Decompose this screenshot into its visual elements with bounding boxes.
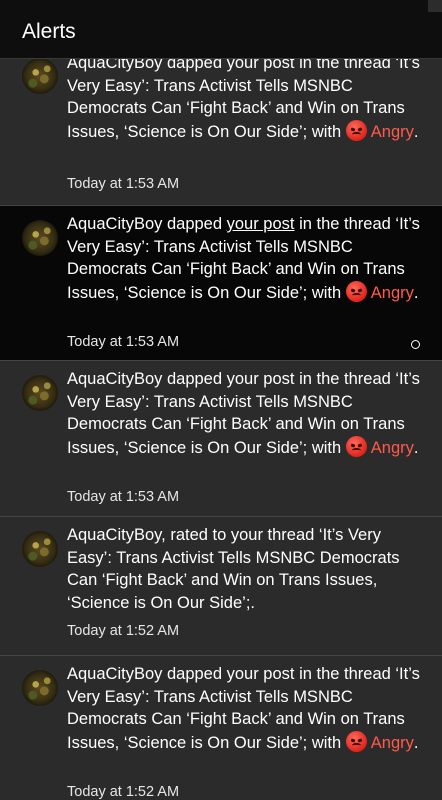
- header-corner: [428, 0, 442, 12]
- reaction-label: Angry: [370, 733, 414, 752]
- alert-item[interactable]: AquaCityBoy dapped your post in the thre…: [0, 44, 442, 206]
- alert-item[interactable]: AquaCityBoy dapped your post in the thre…: [0, 656, 442, 800]
- avatar[interactable]: [22, 531, 58, 567]
- reaction: Angry: [345, 435, 414, 460]
- alert-item[interactable]: AquaCityBoy dapped your post in the thre…: [0, 206, 442, 361]
- reaction: Angry: [345, 730, 414, 755]
- avatar[interactable]: [22, 220, 58, 256]
- reaction-label: Angry: [370, 283, 414, 302]
- alerts-panel: AquaCityBoy dapped your post in the thre…: [0, 0, 442, 800]
- reaction: Angry: [345, 119, 414, 144]
- alert-item[interactable]: AquaCityBoy dapped your post in the thre…: [0, 361, 442, 517]
- angry-face-icon: [345, 730, 367, 752]
- alert-timestamp: Today at 1:53 AM: [67, 489, 180, 505]
- alert-text[interactable]: AquaCityBoy dapped your post in the thre…: [67, 368, 429, 459]
- alert-text[interactable]: AquaCityBoy dapped your post in the thre…: [67, 213, 429, 304]
- alerts-header: Alerts: [0, 0, 442, 59]
- alert-item[interactable]: AquaCityBoy, rated to your thread ‘It’s …: [0, 517, 442, 656]
- alert-text[interactable]: AquaCityBoy, rated to your thread ‘It’s …: [67, 524, 429, 614]
- avatar[interactable]: [22, 670, 58, 706]
- mark-read-icon[interactable]: [411, 340, 420, 349]
- angry-face-icon: [345, 119, 367, 141]
- angry-face-icon: [345, 435, 367, 457]
- alert-text[interactable]: AquaCityBoy dapped your post in the thre…: [67, 52, 429, 143]
- angry-face-icon: [345, 280, 367, 302]
- alert-timestamp: Today at 1:52 AM: [67, 623, 180, 639]
- avatar[interactable]: [22, 375, 58, 411]
- reaction: Angry: [345, 280, 414, 305]
- alert-timestamp: Today at 1:52 AM: [67, 784, 180, 800]
- post-link[interactable]: your post: [227, 215, 295, 233]
- reaction-label: Angry: [370, 122, 414, 141]
- alert-text[interactable]: AquaCityBoy dapped your post in the thre…: [67, 663, 429, 754]
- page-title: Alerts: [22, 20, 76, 43]
- avatar[interactable]: [22, 58, 58, 94]
- reaction-label: Angry: [370, 438, 414, 457]
- alert-timestamp: Today at 1:53 AM: [67, 334, 180, 350]
- alert-timestamp: Today at 1:53 AM: [67, 176, 180, 192]
